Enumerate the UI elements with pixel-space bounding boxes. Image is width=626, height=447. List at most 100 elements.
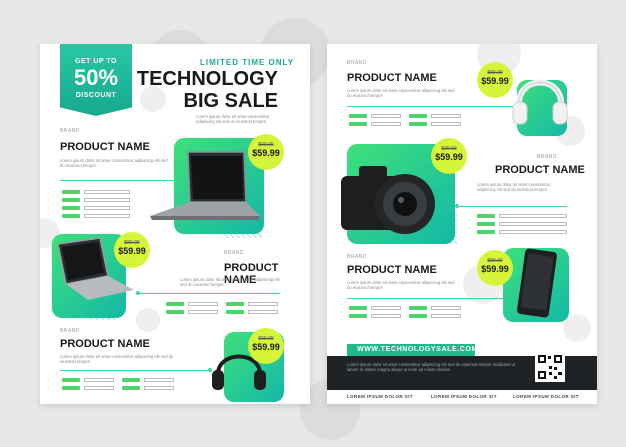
spec-pill	[349, 306, 367, 310]
spec-line	[84, 378, 114, 382]
spec-line	[188, 310, 218, 314]
connector-line	[60, 370, 210, 371]
spec-pill	[226, 310, 244, 314]
website-url[interactable]: WWW.TECHNOLOGYSALE.COM	[347, 344, 477, 356]
connector-line	[457, 206, 567, 207]
sale-price: $59.99	[252, 342, 280, 352]
smartphone-icon	[517, 248, 557, 318]
decor-circle	[136, 308, 160, 332]
qr-code-icon	[535, 352, 565, 382]
spec-line	[499, 222, 567, 226]
product-brand: BRAND	[60, 328, 81, 334]
sale-price: $59.99	[481, 264, 509, 274]
spec-pill	[477, 230, 495, 234]
title-line-2: BIG SALE	[183, 90, 278, 112]
spec-line	[371, 314, 401, 318]
product-name: PRODUCT NAME	[347, 72, 437, 84]
spec-line	[144, 386, 174, 390]
connector-line	[347, 106, 517, 107]
flyer-left-page: GET UP TO 50% DISCOUNT LIMITED TIME ONLY…	[40, 44, 310, 404]
spec-pill	[226, 302, 244, 306]
product-description: Lorem ipsum dolor sit amet consectetur a…	[347, 88, 455, 99]
spec-pill	[349, 114, 367, 118]
footer-text: LOREM IPSUM DOLOR SIT	[431, 394, 497, 399]
price-badge: $89.99 $59.99	[477, 250, 513, 286]
spec-pill	[122, 386, 140, 390]
spec-pill	[62, 386, 80, 390]
spec-pill	[62, 190, 80, 194]
footer-text: LOREM IPSUM DOLOR SIT	[347, 394, 413, 399]
product-brand: BRAND	[537, 154, 558, 160]
spec-line	[371, 306, 401, 310]
spec-line	[371, 114, 401, 118]
badge-percent: 50%	[73, 65, 119, 90]
spec-line	[431, 306, 461, 310]
spec-pill	[166, 302, 184, 306]
product-name: PRODUCT NAME	[60, 338, 150, 350]
spec-line	[499, 230, 567, 234]
product-name: PRODUCT NAME	[60, 141, 150, 153]
spec-line	[84, 190, 130, 194]
spec-line	[248, 302, 278, 306]
sale-price: $59.99	[435, 152, 463, 162]
badge-bottom-text: DISCOUNT	[75, 92, 117, 99]
headphones-icon	[512, 79, 568, 125]
connector-line	[138, 293, 280, 294]
product-brand: BRAND	[347, 254, 368, 260]
product-description: Lorem ipsum dolor sit amet consectetur a…	[60, 354, 174, 365]
sale-price: $59.99	[481, 76, 509, 86]
spec-pill	[62, 198, 80, 202]
spec-pill	[122, 378, 140, 382]
spec-line	[188, 302, 218, 306]
product-brand: BRAND	[347, 60, 368, 66]
spec-line	[371, 122, 401, 126]
limited-time-label: LIMITED TIME ONLY	[200, 58, 295, 67]
flyer-right-page: BRAND PRODUCT NAME Lorem ipsum dolor sit…	[327, 44, 597, 404]
laptop-icon	[150, 151, 260, 220]
footer-text: LOREM IPSUM DOLOR SIT	[513, 394, 579, 399]
product-description: Lorem ipsum dolor sit amet consectetur a…	[477, 182, 551, 193]
spec-pill	[409, 314, 427, 318]
product-description: Lorem ipsum dolor sit amet consectetur a…	[347, 280, 455, 291]
product-name: PRODUCT NAME	[495, 164, 585, 176]
product-name: PRODUCT NAME	[347, 264, 437, 276]
spec-pill	[62, 378, 80, 382]
spec-pill	[349, 122, 367, 126]
spec-pill	[409, 306, 427, 310]
spec-line	[431, 314, 461, 318]
badge-top-text: GET UP TO	[75, 58, 117, 65]
spec-line	[248, 310, 278, 314]
header-description: Lorem ipsum dolor sit amet consectetur a…	[196, 114, 270, 125]
spec-line	[84, 386, 114, 390]
product-description: Lorem ipsum dolor sit amet consectetur a…	[180, 277, 280, 288]
spec-line	[431, 114, 461, 118]
price-badge: $99.99 $59.99	[431, 138, 467, 174]
product-brand: BRAND	[60, 128, 81, 134]
connector-line	[347, 298, 507, 299]
camera-icon	[341, 166, 435, 234]
spec-line	[144, 378, 174, 382]
spec-pill	[409, 114, 427, 118]
price-badge: $89.99 $59.99	[477, 62, 513, 98]
spec-pill	[477, 214, 495, 218]
price-badge: $99.99 $59.99	[248, 134, 284, 170]
spec-line	[84, 198, 130, 202]
band-description: Lorem ipsum dolor sit amet consectetur a…	[347, 362, 516, 373]
spec-pill	[62, 214, 80, 218]
discount-badge: GET UP TO 50% DISCOUNT	[60, 44, 132, 116]
decor-circle	[563, 314, 591, 342]
product-brand: BRAND	[224, 250, 245, 256]
price-badge: $99.99 $59.99	[248, 328, 284, 364]
sale-price: $59.99	[118, 246, 146, 256]
title-line-1: TECHNOLOGY	[136, 68, 278, 90]
sale-price: $59.99	[252, 148, 280, 158]
spec-pill	[62, 206, 80, 210]
spec-line	[499, 214, 567, 218]
price-badge: $89.99 $59.99	[114, 232, 150, 268]
spec-pill	[409, 122, 427, 126]
spec-pill	[166, 310, 184, 314]
spec-pill	[477, 222, 495, 226]
spec-line	[84, 214, 130, 218]
spec-line	[84, 206, 130, 210]
spec-line	[431, 122, 461, 126]
